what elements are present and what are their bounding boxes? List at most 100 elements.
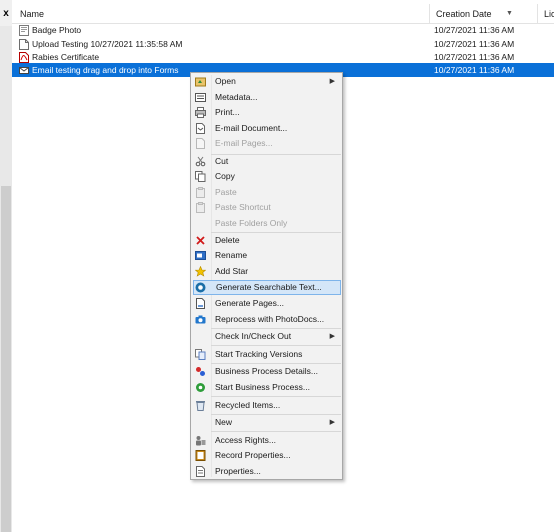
properties-icon bbox=[196, 466, 205, 477]
process-details-icon bbox=[196, 367, 205, 376]
menu-item-label: Business Process Details... bbox=[215, 366, 318, 376]
column-header-name[interactable]: Name bbox=[12, 4, 429, 24]
submenu-arrow-icon: ▶ bbox=[329, 78, 335, 85]
menu-item-label: Access Rights... bbox=[215, 435, 276, 445]
star-icon bbox=[195, 266, 206, 277]
item-name: Upload Testing 10/27/2021 11:35:58 AM bbox=[32, 39, 183, 49]
menu-item-email-pages[interactable]: E-mail Pages... bbox=[193, 136, 341, 151]
menu-item-label: Paste Shortcut bbox=[215, 202, 271, 212]
list-item[interactable]: Rabies Certificate 10/27/2021 11:36 AM bbox=[12, 50, 554, 64]
document-icon bbox=[19, 39, 29, 50]
submenu-arrow-icon: ▶ bbox=[329, 333, 335, 340]
menu-item-label: Generate Searchable Text... bbox=[216, 282, 322, 292]
menu-item-label: Copy bbox=[215, 171, 235, 181]
menu-item-label: E-mail Document... bbox=[215, 123, 288, 133]
menu-item-metadata[interactable]: Metadata... bbox=[193, 90, 341, 105]
record-properties-icon bbox=[195, 450, 206, 461]
menu-item-new[interactable]: New ▶ bbox=[193, 415, 341, 430]
item-creation-date: 10/27/2021 11:36 AM bbox=[434, 52, 515, 62]
menu-item-label: Rename bbox=[215, 250, 248, 260]
menu-item-label: Metadata... bbox=[215, 92, 258, 102]
menu-item-access-rights[interactable]: Access Rights... bbox=[193, 433, 341, 448]
menu-item-label: E-mail Pages... bbox=[215, 138, 273, 148]
generate-pages-icon bbox=[196, 298, 205, 309]
print-icon bbox=[195, 107, 206, 118]
folder-doc-icon bbox=[19, 25, 29, 36]
menu-item-paste-folders-only[interactable]: Paste Folders Only bbox=[193, 216, 341, 231]
open-icon bbox=[195, 77, 206, 87]
menu-item-rename[interactable]: Rename bbox=[193, 248, 341, 263]
context-menu: Open ▶ Metadata... Print... E-mail Docum… bbox=[190, 72, 343, 480]
left-pane-strip: x bbox=[0, 0, 12, 532]
versions-icon bbox=[195, 349, 206, 360]
menu-item-label: Recycled Items... bbox=[215, 400, 281, 410]
sort-descending-icon: ▼ bbox=[506, 10, 513, 17]
menu-item-generate-pages[interactable]: Generate Pages... bbox=[193, 296, 341, 311]
menu-item-label: Open bbox=[215, 76, 236, 86]
column-header: Name Creation Date ▼ Lice bbox=[12, 4, 554, 24]
menu-item-business-process-details[interactable]: Business Process Details... bbox=[193, 364, 341, 379]
menu-item-start-tracking-versions[interactable]: Start Tracking Versions bbox=[193, 347, 341, 362]
list-item[interactable]: Badge Photo 10/27/2021 11:36 AM bbox=[12, 23, 554, 37]
menu-item-label: Reprocess with PhotoDocs... bbox=[215, 314, 325, 324]
item-creation-date: 10/27/2021 11:36 AM bbox=[434, 39, 515, 49]
list-item[interactable]: Upload Testing 10/27/2021 11:35:58 AM 10… bbox=[12, 37, 554, 51]
menu-item-paste[interactable]: Paste bbox=[193, 185, 341, 200]
column-header-creation-date[interactable]: Creation Date bbox=[429, 4, 537, 24]
menu-item-label: Paste bbox=[215, 187, 237, 197]
metadata-icon bbox=[195, 93, 206, 102]
rename-icon bbox=[195, 251, 206, 260]
menu-item-label: Cut bbox=[215, 156, 229, 166]
menu-item-label: Delete bbox=[215, 235, 240, 245]
access-rights-icon bbox=[196, 436, 206, 446]
menu-item-open[interactable]: Open ▶ bbox=[193, 74, 341, 89]
menu-separator bbox=[211, 345, 341, 346]
menu-item-recycled-items[interactable]: Recycled Items... bbox=[193, 398, 341, 413]
menu-item-properties[interactable]: Properties... bbox=[193, 464, 341, 479]
left-scrollbar[interactable] bbox=[0, 26, 12, 532]
left-scrollbar-thumb[interactable] bbox=[1, 186, 11, 532]
menu-item-label: Print... bbox=[215, 107, 240, 117]
menu-item-label: Add Star bbox=[215, 266, 249, 276]
start-process-icon bbox=[196, 383, 205, 392]
item-name: Rabies Certificate bbox=[32, 52, 100, 62]
menu-item-label: Start Tracking Versions bbox=[215, 349, 303, 359]
menu-item-generate-searchable-text[interactable]: Generate Searchable Text... bbox=[193, 280, 341, 295]
paste-icon bbox=[196, 187, 205, 198]
item-creation-date: 10/27/2021 11:36 AM bbox=[434, 65, 515, 75]
menu-item-add-star[interactable]: Add Star bbox=[193, 264, 341, 279]
item-creation-date: 10/27/2021 11:36 AM bbox=[434, 25, 515, 35]
paste-shortcut-icon bbox=[196, 202, 205, 213]
envelope-icon bbox=[19, 67, 29, 74]
email-document-icon bbox=[196, 123, 205, 134]
searchable-text-icon bbox=[195, 282, 206, 293]
menu-item-label: Generate Pages... bbox=[215, 298, 284, 308]
item-name: Email testing drag and drop into Forms bbox=[32, 65, 179, 75]
menu-item-record-properties[interactable]: Record Properties... bbox=[193, 448, 341, 463]
menu-item-label: Check In/Check Out bbox=[215, 331, 292, 341]
item-name: Badge Photo bbox=[32, 25, 82, 35]
menu-item-print[interactable]: Print... bbox=[193, 105, 341, 120]
menu-item-label: Properties... bbox=[215, 466, 261, 476]
column-header-license[interactable]: Lice bbox=[537, 4, 554, 24]
menu-item-start-business-process[interactable]: Start Business Process... bbox=[193, 380, 341, 395]
close-button[interactable]: x bbox=[0, 6, 12, 22]
menu-item-email-document[interactable]: E-mail Document... bbox=[193, 121, 341, 136]
delete-x-icon bbox=[196, 236, 205, 245]
menu-item-label: Record Properties... bbox=[215, 450, 291, 460]
recycle-bin-icon bbox=[196, 401, 205, 411]
menu-item-reprocess-photodocs[interactable]: Reprocess with PhotoDocs... bbox=[193, 312, 341, 327]
menu-item-label: Paste Folders Only bbox=[215, 218, 288, 228]
email-pages-icon bbox=[196, 138, 205, 149]
menu-separator bbox=[211, 396, 341, 397]
copy-icon bbox=[195, 171, 206, 182]
menu-item-label: New bbox=[215, 417, 233, 427]
camera-icon bbox=[195, 315, 206, 324]
menu-item-check-in-check-out[interactable]: Check In/Check Out ▶ bbox=[193, 329, 341, 344]
submenu-arrow-icon: ▶ bbox=[329, 419, 335, 426]
menu-item-delete[interactable]: Delete bbox=[193, 233, 341, 248]
menu-item-cut[interactable]: Cut bbox=[193, 154, 341, 169]
pdf-icon bbox=[19, 52, 29, 63]
menu-item-paste-shortcut[interactable]: Paste Shortcut bbox=[193, 200, 341, 215]
menu-item-copy[interactable]: Copy bbox=[193, 169, 341, 184]
